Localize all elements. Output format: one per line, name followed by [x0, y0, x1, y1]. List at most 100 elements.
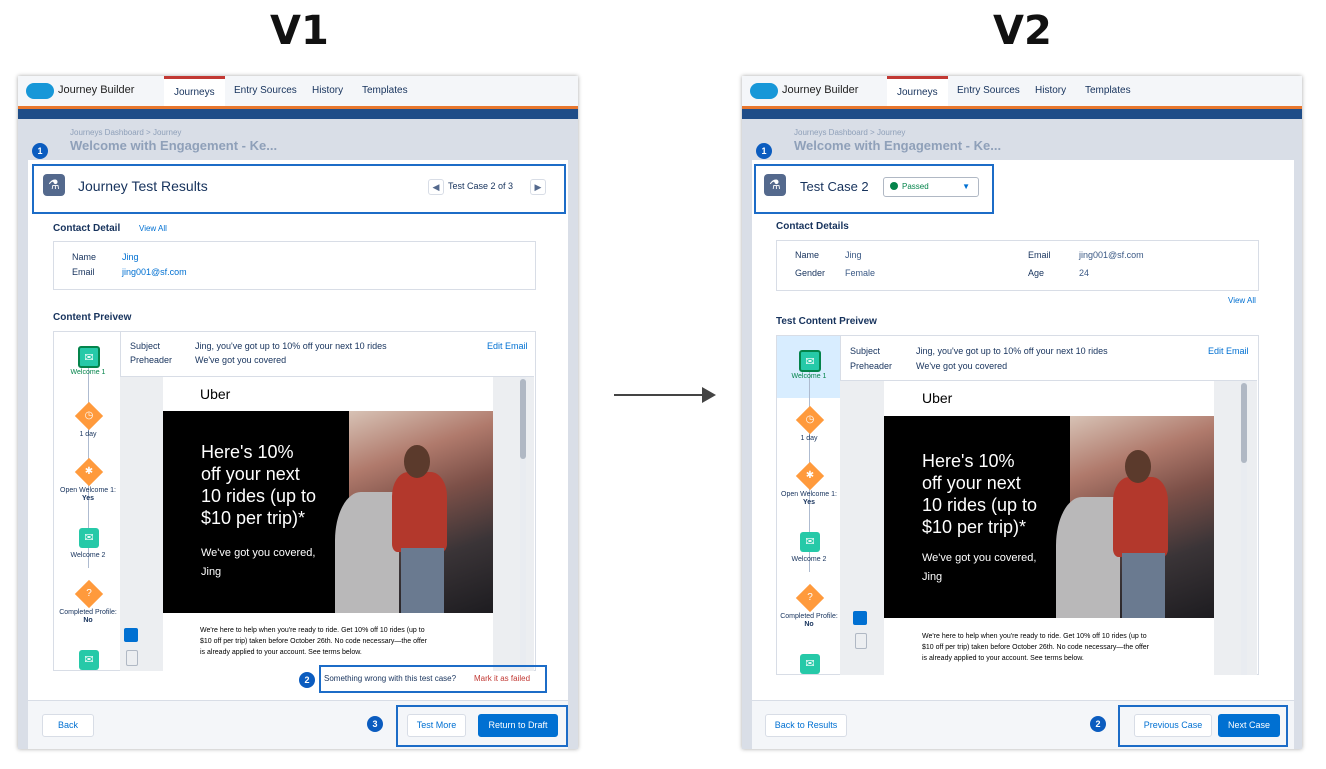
node-value: Yes — [81, 495, 95, 502]
view-all-link[interactable]: View All — [139, 224, 167, 233]
contact-value: Female — [845, 268, 876, 278]
email-icon[interactable]: ✉ — [799, 350, 821, 372]
preheader-label: Preheader — [850, 361, 893, 371]
cloud-logo-icon — [26, 83, 54, 99]
contact-box: Name Jing Email jing001@sf.com — [53, 241, 536, 290]
journey-sidebar: ✉ Welcome 1 ◷ 1 day ✱ Open Welcome 1: Ye… — [777, 336, 841, 674]
contact-label: Name — [72, 252, 97, 262]
tab-templates[interactable]: Templates — [352, 76, 418, 106]
modal-footer: Back to Results 2 Previous Case Next Cas… — [752, 700, 1294, 749]
contact-heading: Contact Details — [776, 221, 849, 232]
tab-entry-sources[interactable]: Entry Sources — [224, 76, 307, 106]
background-band — [18, 109, 578, 119]
node-value: Yes — [802, 499, 816, 506]
breadcrumb[interactable]: Journeys Dashboard > Journey — [794, 128, 905, 137]
node-label: Welcome 2 — [70, 552, 106, 559]
tab-journeys[interactable]: Journeys — [887, 76, 948, 106]
edit-email-link[interactable]: Edit Email — [487, 341, 528, 351]
email-icon[interactable]: ✉ — [79, 528, 99, 548]
question-icon[interactable]: ? — [795, 583, 825, 613]
v1-panel: Journey Builder Journeys Entry Sources H… — [18, 76, 578, 749]
preheader-value: We've got you covered — [195, 355, 287, 365]
click-icon[interactable]: ✱ — [74, 457, 104, 487]
node-label: 1 day — [800, 435, 818, 442]
hero-photo — [1055, 416, 1214, 618]
view-all-link[interactable]: View All — [1228, 296, 1256, 305]
preview-frame: ✉ Welcome 1 ◷ 1 day ✱ Open Welcome 1: Ye… — [776, 335, 1259, 675]
app-header: Journey Builder Journeys Entry Sources H… — [18, 76, 578, 109]
annotation-box — [396, 705, 568, 747]
node-value: No — [804, 621, 814, 628]
tab-history[interactable]: History — [1025, 76, 1076, 106]
email-icon[interactable]: ✉ — [800, 532, 820, 552]
modal-footer: Back 3 Test More Return to Draft — [28, 700, 568, 749]
annotation-marker: 2 — [1090, 716, 1106, 732]
email-icon[interactable]: ✉ — [79, 650, 99, 670]
annotation-marker: 1 — [756, 143, 772, 159]
test-results-modal: ⚗ Journey Test Results ◀ Test Case 2 of … — [28, 160, 568, 749]
annotation-marker: 3 — [367, 716, 383, 732]
contact-label: Email — [1028, 250, 1051, 260]
hero-panel: Here's 10% off your next 10 rides (up to $1… — [163, 411, 349, 613]
hero-name: Jing — [201, 566, 222, 578]
v2-panel: Journey Builder Journeys Entry Sources H… — [742, 76, 1302, 749]
edit-email-link[interactable]: Edit Email — [1208, 346, 1249, 356]
click-icon[interactable]: ✱ — [795, 461, 825, 491]
annotation-box — [1118, 705, 1288, 747]
desktop-icon[interactable] — [124, 628, 138, 642]
question-icon[interactable]: ? — [74, 579, 104, 609]
mobile-icon[interactable] — [126, 650, 138, 666]
node-label: Open Welcome 1: — [781, 491, 837, 498]
breadcrumb[interactable]: Journeys Dashboard > Journey — [70, 128, 181, 137]
hero-panel: Here's 10% off your next 10 rides (up to $1… — [884, 416, 1070, 618]
app-name: Journey Builder — [782, 84, 859, 96]
preview-heading: Content Preivew — [53, 312, 132, 323]
uber-logo: Uber — [922, 390, 953, 406]
tab-history[interactable]: History — [302, 76, 353, 106]
contact-value: jing001@sf.com — [1079, 250, 1144, 260]
clock-icon[interactable]: ◷ — [74, 401, 104, 431]
node-label: Welcome 2 — [791, 556, 827, 563]
email-body: We're here to help when you're ready to … — [922, 633, 1149, 662]
email-content: Uber Here's 10% off your next 10 rides (up… — [163, 377, 493, 671]
node-label: Completed Profile: — [59, 609, 117, 616]
contact-label: Name — [795, 250, 820, 260]
hero-name: Jing — [922, 571, 943, 583]
preheader-value: We've got you covered — [916, 361, 1008, 371]
node-label: Welcome 1 — [791, 373, 827, 380]
background-band — [742, 109, 1302, 119]
arrow-right-icon — [614, 387, 716, 403]
tab-templates[interactable]: Templates — [1075, 76, 1141, 106]
preheader-label: Preheader — [130, 355, 173, 365]
scrollbar[interactable] — [520, 377, 526, 671]
contact-value: Jing — [122, 252, 139, 262]
tab-entry-sources[interactable]: Entry Sources — [947, 76, 1030, 106]
node-label: Completed Profile: — [780, 613, 838, 620]
preview-heading: Test Content Preivew — [776, 316, 877, 327]
back-button[interactable]: Back — [42, 714, 94, 737]
email-icon[interactable]: ✉ — [800, 654, 820, 674]
contact-value: jing001@sf.com — [122, 267, 187, 277]
annotation-box — [754, 164, 994, 214]
subject-value: Jing, you've got up to 10% off your next… — [916, 346, 1108, 356]
back-to-results-button[interactable]: Back to Results — [765, 714, 847, 737]
mobile-icon[interactable] — [855, 633, 867, 649]
subject-label: Subject — [130, 341, 161, 351]
email-icon[interactable]: ✉ — [78, 346, 100, 368]
hero-subtitle: We've got you covered, — [201, 547, 316, 559]
email-canvas: Uber Here's 10% off your next 10 rides (up… — [840, 380, 1257, 675]
contact-label: Age — [1028, 268, 1045, 278]
cloud-logo-icon — [750, 83, 778, 99]
scrollbar[interactable] — [1241, 381, 1247, 675]
annotation-marker: 2 — [299, 672, 315, 688]
email-body: We're here to help when you're ready to … — [200, 627, 427, 656]
version-label-v2: V2 — [993, 8, 1052, 54]
hero-headline: Here's 10% off your next 10 rides (up to $1… — [922, 451, 1038, 537]
contact-box: Name Jing Gender Female Email jing001@sf… — [776, 240, 1259, 291]
node-value: No — [83, 617, 93, 624]
desktop-icon[interactable] — [853, 611, 867, 625]
contact-heading: Contact Detail — [53, 223, 121, 234]
clock-icon[interactable]: ◷ — [795, 405, 825, 435]
tab-journeys[interactable]: Journeys — [164, 76, 225, 106]
hero-headline: Here's 10% off your next 10 rides (up to $1… — [201, 442, 317, 528]
